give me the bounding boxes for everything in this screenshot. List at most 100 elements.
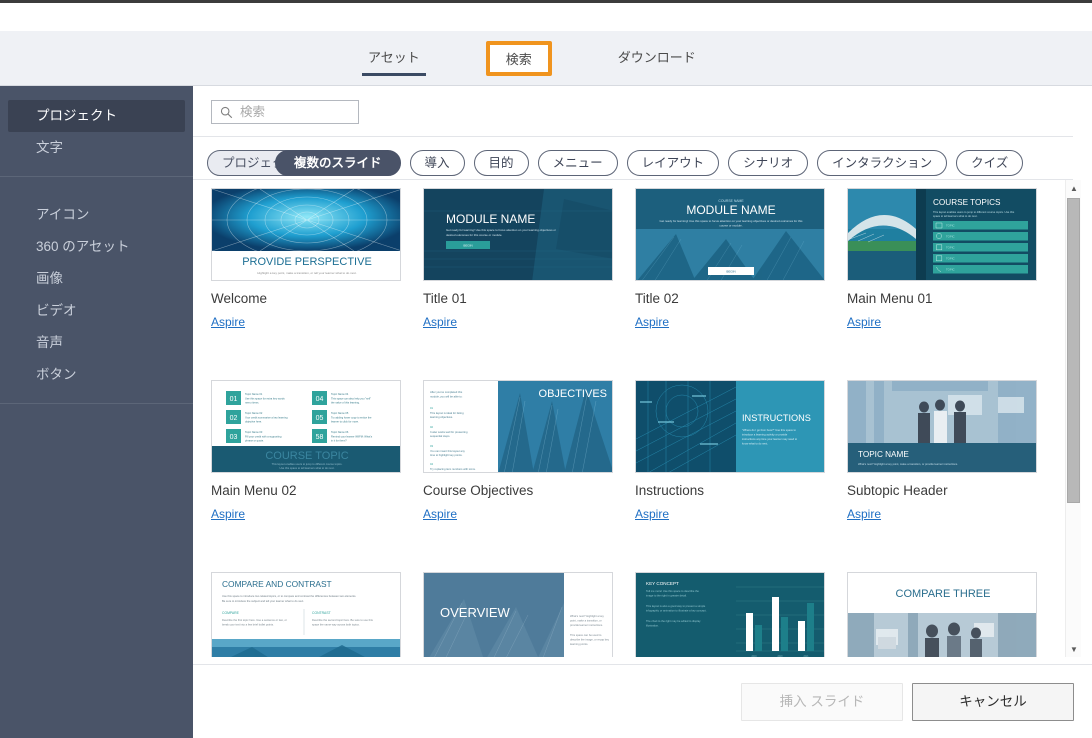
- result-title: Title 02: [635, 291, 679, 306]
- result-card[interactable]: TOPIC NAME What's next? Highlight a key …: [847, 380, 1059, 572]
- result-author-link[interactable]: Aspire: [635, 315, 669, 329]
- sidebar-item-icons[interactable]: アイコン: [8, 199, 185, 231]
- result-author-link[interactable]: Aspire: [211, 507, 245, 521]
- svg-text:introduce a learning activity: introduce a learning activity or provide: [742, 433, 788, 437]
- tab-downloads[interactable]: ダウンロード: [610, 41, 704, 76]
- tab-search-label: 検索: [505, 52, 532, 67]
- svg-text:BEGIN: BEGIN: [463, 244, 472, 248]
- result-card[interactable]: OVERVIEW What's next? Highlight a key po…: [423, 572, 635, 657]
- svg-text:Topic Name 03: Topic Name 03: [245, 430, 263, 434]
- scrollbar-track[interactable]: [1066, 196, 1082, 641]
- sidebar-item-buttons[interactable]: ボタン: [8, 359, 185, 391]
- svg-text:Fill your credit with a suppor: Fill your credit with a supporting: [245, 435, 282, 439]
- svg-text:learner to click for more.: learner to click for more.: [331, 420, 359, 424]
- result-card[interactable]: COMPARE THREE: [847, 572, 1059, 657]
- svg-text:03: 03: [230, 434, 238, 441]
- scrollbar-thumb[interactable]: [1067, 198, 1080, 503]
- svg-text:desired outcomes for this cour: desired outcomes for this course or modu…: [446, 233, 502, 237]
- svg-text:Use this space to tell learner: Use this space to tell learners what to …: [280, 466, 335, 470]
- result-card[interactable]: COURSE TOPICS This layout enables users …: [847, 188, 1059, 380]
- svg-text:What's next? Highlight a key p: What's next? Highlight a key point, make…: [858, 462, 958, 466]
- result-thumbnail: OVERVIEW What's next? Highlight a key po…: [423, 572, 613, 657]
- svg-text:This layout is ideal for listi: This layout is ideal for listing: [430, 411, 464, 415]
- result-title: Main Menu 01: [847, 291, 933, 306]
- svg-text:Try adding hover copy to entic: Try adding hover copy to entice the: [331, 416, 372, 420]
- svg-text:03: 03: [430, 444, 433, 448]
- sidebar-item-projects[interactable]: プロジェクト: [8, 100, 185, 132]
- chip-introduction[interactable]: 導入: [409, 150, 465, 176]
- result-card[interactable]: PROVIDE PERSPECTIVE Highlight a key poin…: [211, 188, 423, 380]
- result-thumbnail: OBJECTIVES After you've completed this m…: [423, 380, 613, 473]
- result-author-link[interactable]: Aspire: [423, 315, 457, 329]
- insert-slide-button[interactable]: 挿入 スライド: [741, 683, 903, 721]
- chip-scenario[interactable]: シナリオ: [728, 150, 809, 176]
- svg-text:Your credit summarize a key le: Your credit summarize a key learning: [245, 416, 288, 420]
- svg-text:Remind your learner WIIFM: Wha: Remind your learner WIIFM: What's: [331, 435, 373, 439]
- sidebar-item-characters[interactable]: 文字: [8, 132, 185, 164]
- sidebar-item-label: ボタン: [36, 367, 77, 382]
- result-author-link[interactable]: Aspire: [423, 507, 457, 521]
- svg-text:Use this space to introduce tw: Use this space to introduce two related …: [222, 594, 357, 598]
- result-author-link[interactable]: Aspire: [211, 315, 245, 329]
- result-author-link[interactable]: Aspire: [847, 507, 881, 521]
- result-card[interactable]: OBJECTIVES After you've completed this m…: [423, 380, 635, 572]
- sidebar-item-video[interactable]: ビデオ: [8, 295, 185, 327]
- result-thumbnail: KEY CONCEPT Tell me more! Use this space…: [635, 572, 825, 657]
- result-thumbnail: COMPARE THREE: [847, 572, 1037, 657]
- svg-text:This layout enables users to j: This layout enables users to jump to dif…: [933, 210, 1015, 214]
- result-thumbnail: 01 02 03 04 05 58 Topic Name 01 Use this spac…: [211, 380, 401, 473]
- svg-text:Topic Name 06: Topic Name 06: [331, 430, 349, 434]
- search-icon: [220, 106, 233, 119]
- chip-quiz[interactable]: クイズ: [956, 150, 1024, 176]
- svg-text:Highlight a key point, make a: Highlight a key point, make a transition…: [257, 271, 357, 275]
- results-scrollbar[interactable]: ▲ ▼: [1065, 180, 1081, 657]
- sidebar-item-label: プロジェクト: [36, 108, 117, 123]
- svg-text:provide learner instructions.: provide learner instructions.: [570, 623, 603, 627]
- svg-text:04: 04: [316, 396, 324, 403]
- result-card[interactable]: KEY CONCEPT Tell me more! Use this space…: [635, 572, 847, 657]
- chip-multiple-slides[interactable]: 複数のスライド: [275, 150, 401, 176]
- tab-search[interactable]: 検索: [485, 41, 552, 76]
- result-title: Main Menu 02: [211, 483, 297, 498]
- scroll-down-icon[interactable]: ▼: [1066, 641, 1082, 657]
- result-card[interactable]: MODULE NAME Get ready for learning! Use …: [423, 188, 635, 380]
- title-bar: [0, 3, 1092, 31]
- scroll-up-icon[interactable]: ▲: [1066, 180, 1082, 196]
- result-card[interactable]: INSTRUCTIONS "Where do I go from here?" …: [635, 380, 847, 572]
- result-author-link[interactable]: Aspire: [635, 507, 669, 521]
- svg-text:COMPARE THREE: COMPARE THREE: [896, 588, 991, 600]
- tab-assets[interactable]: アセット: [360, 41, 428, 76]
- svg-text:Topic Name 04: Topic Name 04: [331, 392, 349, 396]
- sidebar: プロジェクト 文字 アイコン 360 のアセット 画像 ビデオ 音声 ボタン: [0, 86, 193, 738]
- result-card[interactable]: COMPARE AND CONTRAST Use this space to i…: [211, 572, 423, 657]
- result-card[interactable]: COURSE NAME MODULE NAME Get ready for le…: [635, 188, 847, 380]
- svg-text:Tell me more! Use this space t: Tell me more! Use this space to describe…: [646, 589, 699, 593]
- chip-interaction[interactable]: インタラクション: [817, 150, 948, 176]
- search-box[interactable]: [211, 100, 359, 124]
- sidebar-item-audio[interactable]: 音声: [8, 327, 185, 359]
- svg-text:Use this space for extra key w: Use this space for extra key words: [245, 397, 285, 401]
- svg-text:know what to do next.: know what to do next.: [742, 442, 768, 446]
- chip-label: インタラクション: [832, 156, 933, 170]
- svg-text:describe the image, or recap k: describe the image, or recap key: [570, 638, 610, 642]
- svg-text:This space can also help you ": This space can also help you "sell": [331, 397, 371, 401]
- sidebar-item-360-assets[interactable]: 360 のアセット: [8, 231, 185, 263]
- svg-text:instructions any time your lea: instructions any time your learner may n…: [742, 437, 798, 441]
- sidebar-item-images[interactable]: 画像: [8, 263, 185, 295]
- search-input[interactable]: [240, 101, 356, 123]
- svg-text:Topic Name 05: Topic Name 05: [331, 411, 349, 415]
- result-card[interactable]: 01 02 03 04 05 58 Topic Name 01 Use this spac…: [211, 380, 423, 572]
- chip-label: 目的: [488, 156, 514, 170]
- svg-text:Topic Name 01: Topic Name 01: [245, 392, 263, 396]
- result-author-link[interactable]: Aspire: [847, 315, 881, 329]
- cancel-button[interactable]: キャンセル: [912, 683, 1074, 721]
- chip-menu[interactable]: メニュー: [537, 150, 618, 176]
- chip-layout[interactable]: レイアウト: [626, 150, 720, 176]
- svg-text:Be sure to introduce the subje: Be sure to introduce the subject and tel…: [222, 599, 304, 603]
- svg-text:KEY CONCEPT: KEY CONCEPT: [646, 581, 679, 586]
- chip-objective[interactable]: 目的: [473, 150, 529, 176]
- svg-text:COMPARE AND CONTRAST: COMPARE AND CONTRAST: [222, 579, 332, 589]
- svg-text:COURSE TOPICS: COURSE TOPICS: [933, 198, 1001, 207]
- chip-label: メニュー: [552, 156, 603, 170]
